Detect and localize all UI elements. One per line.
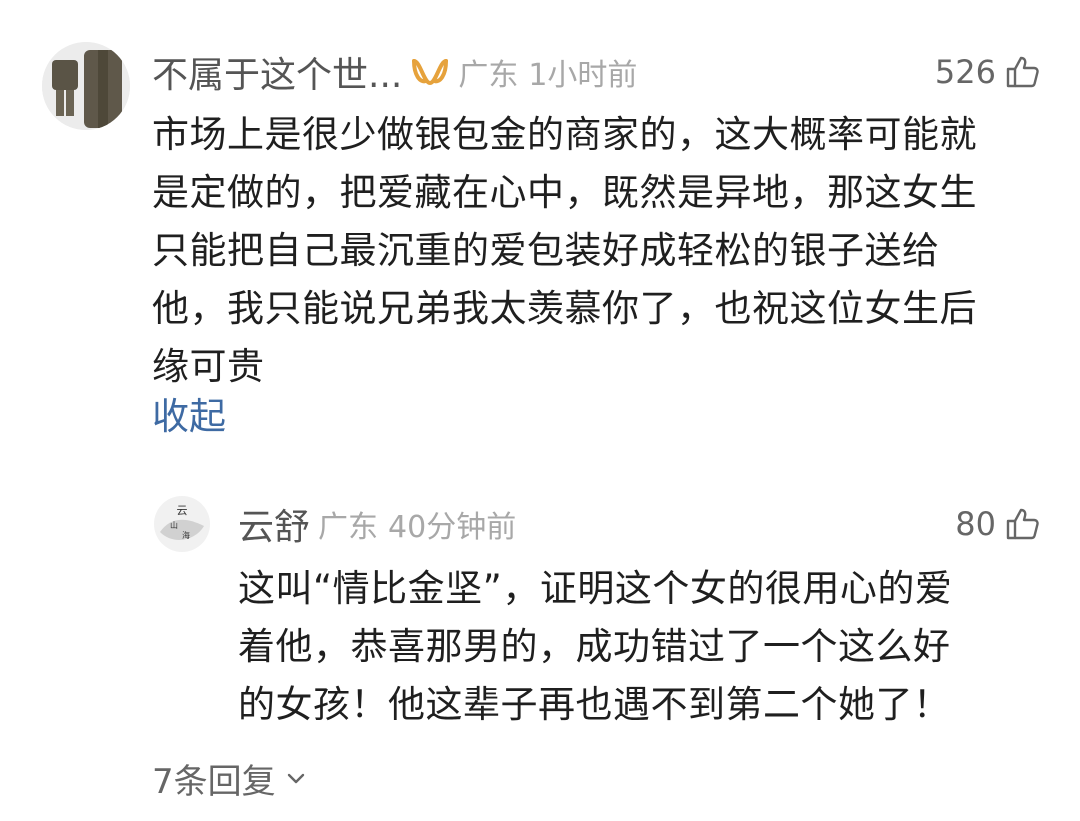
reply-body: 这叫“情比金坚”，证明这个女的很用心的爱 着他，恭喜那男的，成功错过了一个这么好… bbox=[238, 560, 1028, 734]
vip-badge-icon bbox=[410, 57, 450, 87]
like-button[interactable]: 526 bbox=[935, 53, 1040, 91]
reply-header: 云舒 广东 40分钟前 80 bbox=[238, 498, 1040, 550]
timestamp: 1小时前 bbox=[528, 58, 638, 93]
thumbs-up-icon bbox=[1004, 506, 1040, 542]
username[interactable]: 不属于这个世... bbox=[152, 46, 402, 98]
reply-username[interactable]: 云舒 bbox=[238, 498, 310, 550]
reply-avatar[interactable]: 云 山 海 bbox=[154, 496, 210, 552]
comment-line: 缘可贵 bbox=[152, 345, 265, 388]
comment-header: 不属于这个世... 广东 1小时前 526 bbox=[152, 46, 1040, 98]
location: 广东 bbox=[458, 58, 519, 93]
comment-line: 他，我只能说兄弟我太羡慕你了，也祝这位女生后 bbox=[152, 287, 977, 330]
location: 广东 bbox=[318, 510, 379, 545]
comment-body: 市场上是很少做银包金的商家的，这大概率可能就 是定做的，把爱藏在心中，既然是异地… bbox=[152, 106, 1042, 396]
reply-like-button[interactable]: 80 bbox=[955, 505, 1040, 543]
reply-line: 的女孩！他这辈子再也遇不到第二个她了！ bbox=[238, 683, 951, 726]
reply-line: 这叫“情比金坚”，证明这个女的很用心的爱 bbox=[238, 567, 953, 610]
timestamp: 40分钟前 bbox=[388, 510, 517, 545]
reply-line: 着他，恭喜那男的，成功错过了一个这么好 bbox=[238, 625, 951, 668]
chevron-down-icon bbox=[284, 766, 308, 790]
comment-line: 只能把自己最沉重的爱包装好成轻松的银子送给 bbox=[152, 229, 940, 272]
comment-thread: 不属于这个世... 广东 1小时前 526 市场上是很少做银包金的商家的，这大概率… bbox=[0, 0, 1080, 821]
svg-text:海: 海 bbox=[182, 530, 190, 540]
reply-meta: 广东 40分钟前 bbox=[318, 502, 516, 546]
view-replies-button[interactable]: 7条回复 bbox=[152, 750, 308, 806]
like-count: 526 bbox=[934, 53, 996, 91]
svg-text:山: 山 bbox=[170, 520, 178, 530]
reply-avatar-image: 云 山 海 bbox=[154, 496, 210, 552]
collapse-link[interactable]: 收起 bbox=[152, 388, 226, 446]
avatar[interactable] bbox=[42, 42, 130, 130]
reply-like-count: 80 bbox=[955, 505, 996, 543]
comment-meta: 广东 1小时前 bbox=[458, 50, 637, 94]
comment-line: 是定做的，把爱藏在心中，既然是异地，那这女生 bbox=[152, 171, 977, 214]
avatar-text: 云 bbox=[177, 504, 188, 517]
thumbs-up-icon bbox=[1004, 54, 1040, 90]
avatar-photo bbox=[42, 42, 130, 130]
comment-line: 市场上是很少做银包金的商家的，这大概率可能就 bbox=[152, 113, 977, 156]
replies-count-label: 7条回复 bbox=[152, 761, 276, 802]
